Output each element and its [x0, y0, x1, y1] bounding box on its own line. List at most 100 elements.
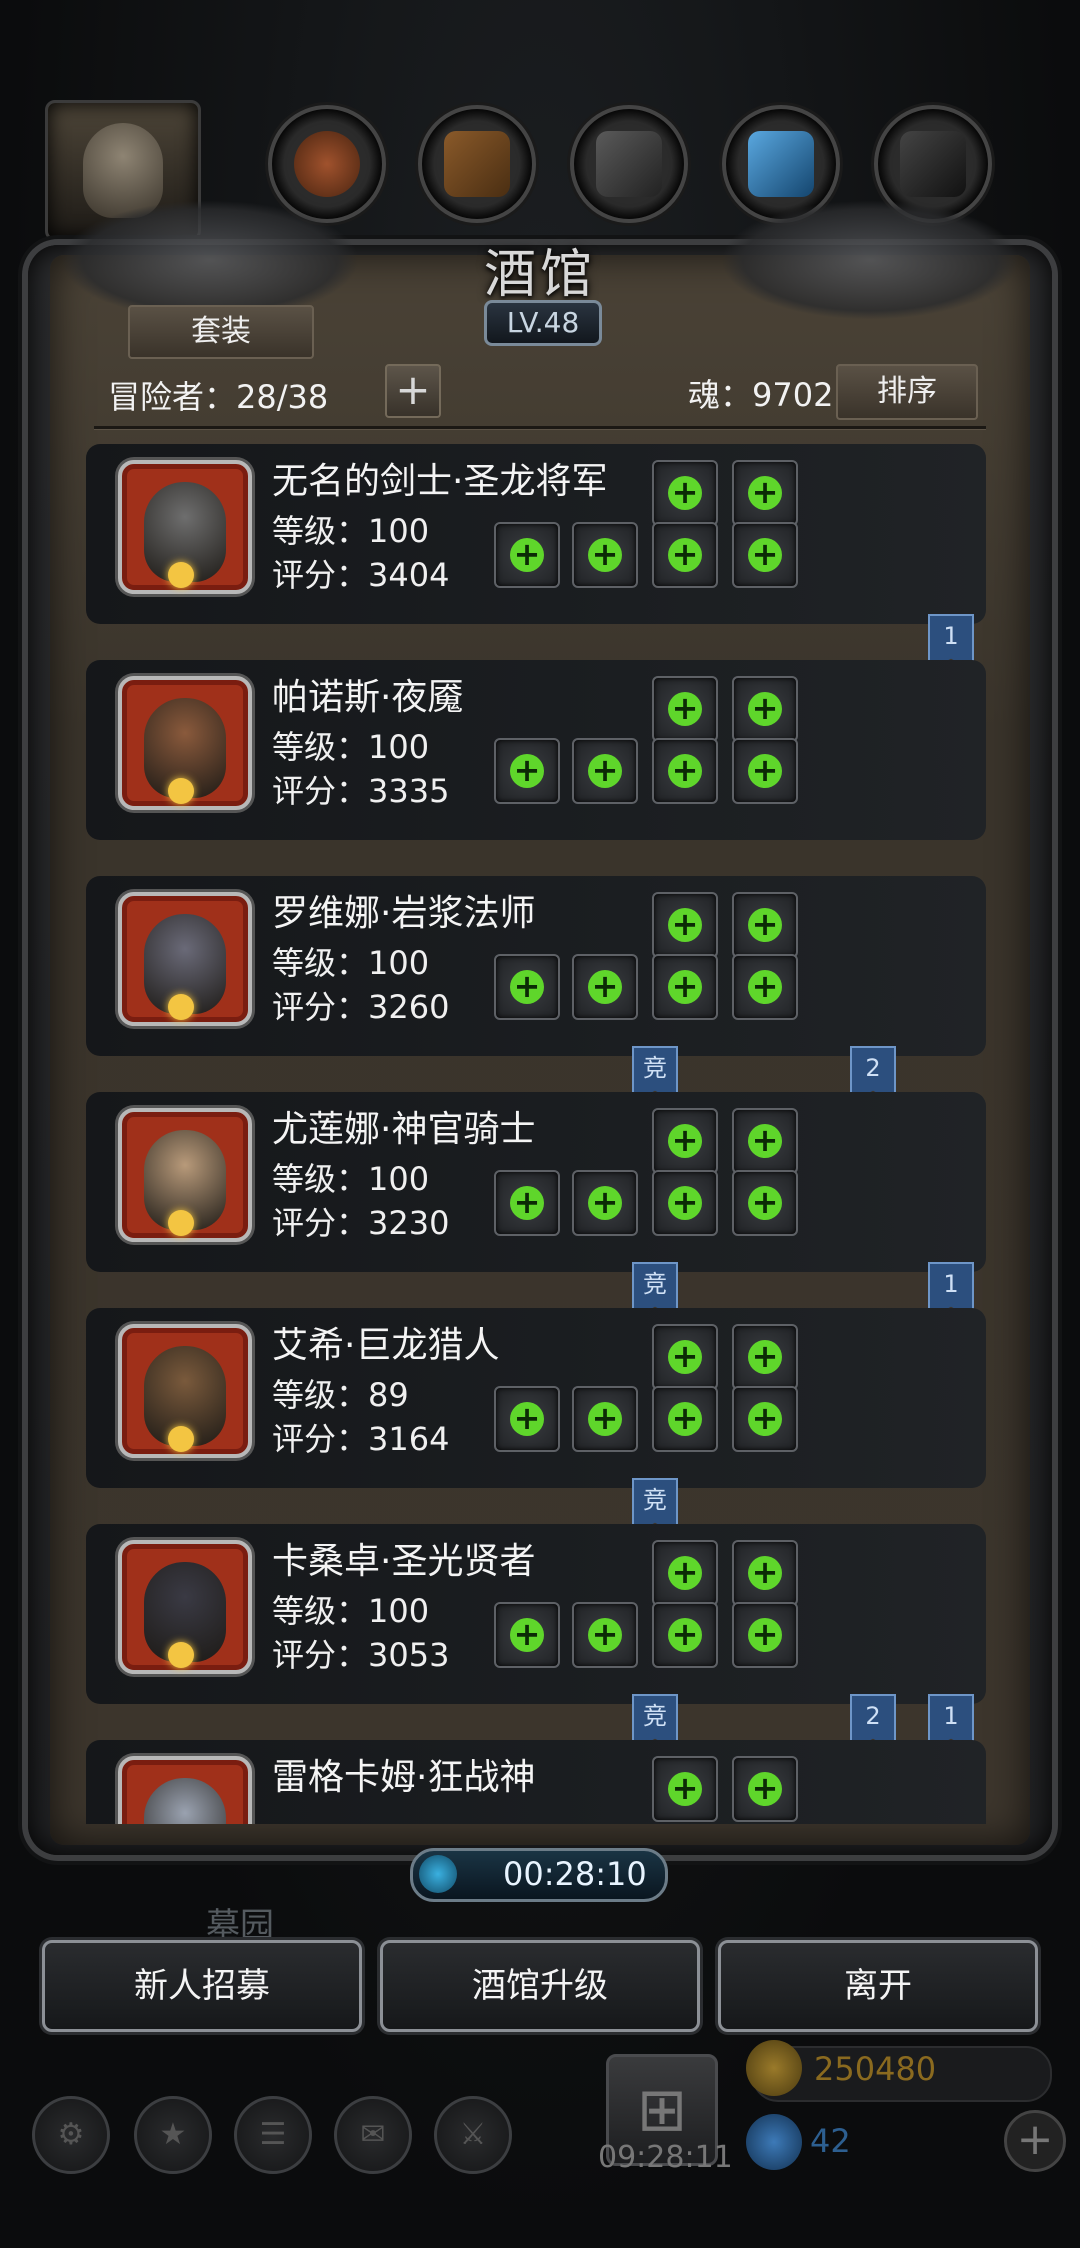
equipment-slot[interactable]: +	[652, 1108, 718, 1174]
hero-portrait[interactable]	[118, 1756, 252, 1824]
equipment-slot[interactable]: +	[732, 1756, 798, 1822]
moon-icon	[168, 994, 194, 1020]
equipment-slot[interactable]: +	[652, 954, 718, 1020]
timer-text: 00:28:10	[503, 1855, 647, 1893]
hero-level: 等级：100	[272, 728, 430, 766]
plus-icon: +	[510, 1186, 544, 1220]
soul-count: 魂：9702	[688, 376, 834, 414]
plus-icon: +	[668, 1618, 702, 1652]
equipment-slot[interactable]: +	[494, 522, 560, 588]
hero-name: 帕诺斯·夜魇	[272, 677, 464, 718]
hero-row[interactable]: 卡桑卓·圣光贤者 等级：100 评分：3053 + + + + + + 竞 2 1	[86, 1524, 986, 1750]
plus-icon: +	[510, 1618, 544, 1652]
plus-icon: +	[588, 970, 622, 1004]
hero-row[interactable]: 帕诺斯·夜魇 等级：100 评分：3335 + + + + + +	[86, 660, 986, 842]
leave-button[interactable]: 离开	[718, 1940, 1038, 2032]
adventurer-count: 冒险者：28/38	[108, 378, 329, 416]
hero-row[interactable]: 艾希·巨龙猎人 等级：89 评分：3164 + + + + + + 竞	[86, 1308, 986, 1534]
equipment-slot[interactable]: +	[572, 1386, 638, 1452]
equipment-slot[interactable]: +	[732, 892, 798, 958]
equipment-slot[interactable]: +	[732, 1108, 798, 1174]
recruit-button[interactable]: 新人招募	[42, 1940, 362, 2032]
plus-icon: +	[748, 1556, 782, 1590]
equipment-slot[interactable]: +	[732, 1602, 798, 1668]
equipment-slot[interactable]: +	[732, 1324, 798, 1390]
equipment-slot[interactable]: +	[572, 522, 638, 588]
equipment-slot[interactable]: +	[652, 460, 718, 526]
plus-icon: +	[748, 754, 782, 788]
hero-level: 等级：100	[272, 512, 430, 550]
settings-icon[interactable]: ⚙	[32, 2096, 110, 2174]
divider	[94, 426, 986, 429]
equipment-slot[interactable]: +	[732, 676, 798, 742]
equipment-slot[interactable]: +	[572, 1602, 638, 1668]
equipment-slot[interactable]: +	[652, 1324, 718, 1390]
moon-icon	[168, 1210, 194, 1236]
equipment-slot[interactable]: +	[652, 1170, 718, 1236]
equipment-slot[interactable]: +	[732, 1540, 798, 1606]
hero-level: 等级：89	[272, 1376, 409, 1414]
equipment-slot[interactable]: +	[494, 1386, 560, 1452]
equipment-slot[interactable]: +	[652, 738, 718, 804]
hero-score: 评分：3335	[272, 772, 450, 810]
plus-icon: +	[748, 1124, 782, 1158]
equipment-slot[interactable]: +	[732, 460, 798, 526]
hero-level: 等级：100	[272, 944, 430, 982]
add-adventurer-slot-button[interactable]: +	[385, 364, 441, 418]
hero-list[interactable]: 无名的剑士·圣龙将军 等级：100 评分：3404 + + + + + +1 帕诺斯·夜魇 等级：1…	[86, 444, 992, 1824]
equipment-slot[interactable]: +	[652, 1540, 718, 1606]
equipment-slot[interactable]: +	[572, 1170, 638, 1236]
equipment-slot[interactable]: +	[494, 738, 560, 804]
ranking-icon[interactable]: ☰	[234, 2096, 312, 2174]
hero-row[interactable]: 无名的剑士·圣龙将军 等级：100 评分：3404 + + + + + +1	[86, 444, 986, 670]
hero-row[interactable]: 尤莲娜·神官骑士 等级：100 评分：3230 + + + + + + 竞 1	[86, 1092, 986, 1318]
plus-icon: +	[510, 538, 544, 572]
plus-icon: +	[748, 1402, 782, 1436]
equipment-slot[interactable]: +	[652, 1386, 718, 1452]
equipment-slot[interactable]: +	[652, 1602, 718, 1668]
equipment-slot[interactable]: +	[652, 1756, 718, 1822]
hero-level: 等级：100	[272, 1592, 430, 1630]
mail-icon[interactable]: ✉	[334, 2096, 412, 2174]
plus-icon: +	[510, 970, 544, 1004]
plus-icon: +	[668, 908, 702, 942]
equipment-slot[interactable]: +	[732, 954, 798, 1020]
equipment-slot[interactable]: +	[494, 1170, 560, 1236]
plus-icon: +	[668, 1556, 702, 1590]
equipment-slot[interactable]: +	[652, 522, 718, 588]
hero-row[interactable]: 罗维娜·岩浆法师 等级：100 评分：3260 + + + + + + 竞 2	[86, 876, 986, 1102]
moon-icon	[168, 1642, 194, 1668]
hero-name: 卡桑卓·圣光贤者	[272, 1541, 536, 1582]
gem-amount: 42	[810, 2122, 851, 2160]
iron-icon[interactable]	[570, 105, 688, 223]
tavern-timer: 00:28:10	[410, 1848, 668, 1902]
equipment-slot[interactable]: +	[732, 522, 798, 588]
equipment-slot[interactable]: +	[572, 738, 638, 804]
hero-name: 尤莲娜·神官骑士	[272, 1109, 536, 1150]
achievement-icon[interactable]: ★	[134, 2096, 212, 2174]
equipment-slot[interactable]: +	[732, 1386, 798, 1452]
equipment-slot[interactable]: +	[652, 676, 718, 742]
equipment-slot[interactable]: +	[652, 892, 718, 958]
gift-timer: 09:28:11	[598, 2140, 733, 2175]
hero-name: 雷格卡姆·狂战神	[272, 1757, 536, 1798]
upgrade-tavern-button[interactable]: 酒馆升级	[380, 1940, 700, 2032]
gold-icon	[746, 2040, 802, 2096]
equipment-slot[interactable]: +	[494, 954, 560, 1020]
plus-icon: +	[748, 538, 782, 572]
gem-icon	[746, 2114, 802, 2170]
wood-icon[interactable]	[418, 105, 536, 223]
equipment-slot[interactable]: +	[494, 1602, 560, 1668]
add-currency-button[interactable]: +	[1004, 2110, 1066, 2172]
equipment-slot[interactable]: +	[732, 738, 798, 804]
moon-icon	[168, 1426, 194, 1452]
set-button[interactable]: 套装	[128, 305, 314, 359]
hero-row[interactable]: 雷格卡姆·狂战神 + +	[86, 1740, 986, 1824]
hero-score: 评分：3260	[272, 988, 450, 1026]
sort-button[interactable]: 排序	[836, 364, 978, 420]
equipment-slot[interactable]: +	[572, 954, 638, 1020]
plus-icon: +	[668, 1124, 702, 1158]
hero-name: 罗维娜·岩浆法师	[272, 893, 536, 934]
quest-icon[interactable]: ⚔	[434, 2096, 512, 2174]
equipment-slot[interactable]: +	[732, 1170, 798, 1236]
